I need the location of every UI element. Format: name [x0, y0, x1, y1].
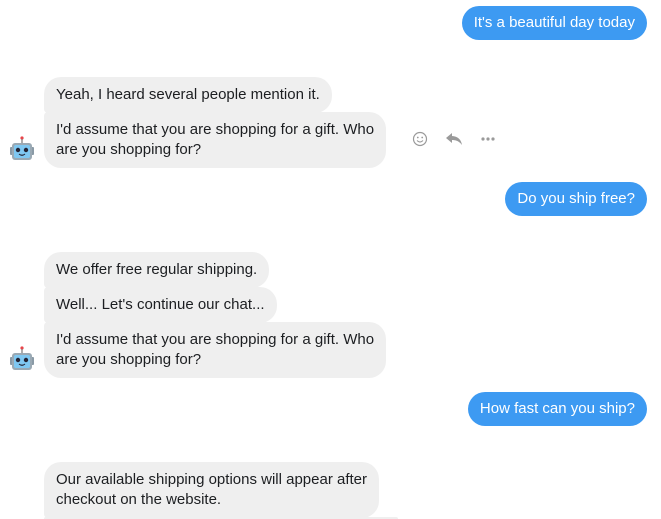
bot-message: Our available shipping options will appe…	[44, 462, 380, 518]
message-text: Yeah, I heard several people mention it.	[56, 86, 320, 103]
bot-message: Well... Let's continue our chat...	[44, 287, 277, 323]
reply-button[interactable]	[442, 128, 466, 150]
message-actions	[408, 128, 510, 150]
message-text: Do you ship free?	[517, 190, 635, 207]
emoji-icon	[412, 131, 428, 147]
message-text: We offer free regular shipping.	[56, 261, 258, 278]
bot-message: I'd assume that you are shopping for a g…	[44, 112, 387, 168]
message-text: Well... Let's continue our chat...	[56, 296, 265, 313]
bot-message: I'd assume that you are shopping for a g…	[44, 322, 387, 378]
message-text-line: are you shopping for?	[56, 141, 202, 158]
message-text-line: I'd assume that you are shopping for a g…	[56, 331, 375, 348]
user-message: It's a beautiful day today	[461, 6, 647, 40]
message-text: How fast can you ship?	[479, 400, 635, 417]
message-text-line: I'd assume that you are shopping for a g…	[56, 121, 375, 138]
message-text-line: are you shopping for?	[56, 351, 202, 368]
reply-icon	[446, 133, 462, 145]
message-text-line: checkout on the website.	[56, 491, 222, 508]
bot-avatar-icon	[10, 346, 34, 370]
user-message: How fast can you ship?	[467, 392, 647, 426]
more-button[interactable]	[476, 128, 500, 150]
message-text: It's a beautiful day today	[473, 14, 635, 31]
more-icon	[481, 137, 495, 141]
user-message: Do you ship free?	[505, 182, 647, 216]
react-button[interactable]	[408, 128, 432, 150]
bot-message: We offer free regular shipping.	[44, 252, 270, 288]
message-text-line: Our available shipping options will appe…	[56, 471, 368, 488]
bot-message: Yeah, I heard several people mention it.	[44, 77, 332, 113]
bot-avatar-icon	[10, 136, 34, 160]
